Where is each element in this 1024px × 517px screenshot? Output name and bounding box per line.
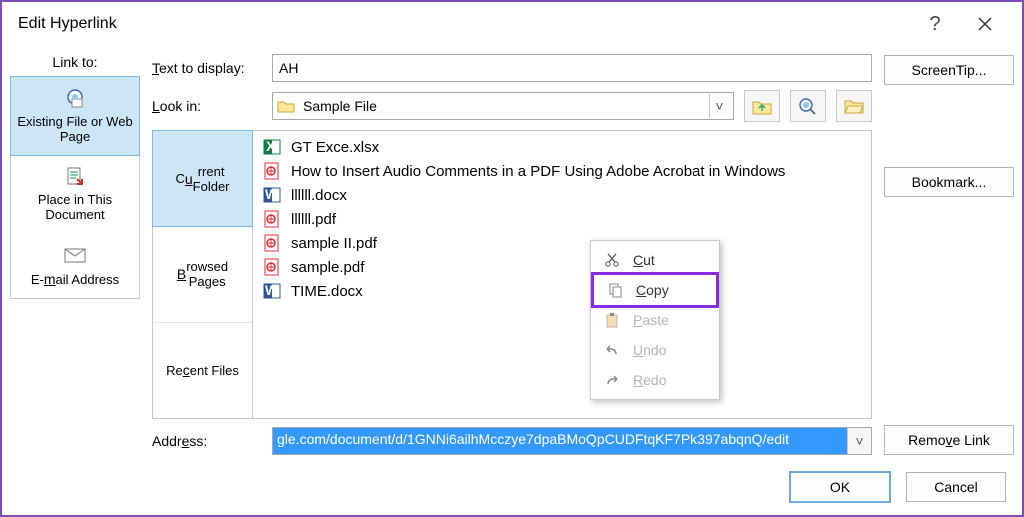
context-item-label: Undo: [633, 342, 666, 358]
remove-link-button[interactable]: Remove Link: [884, 425, 1014, 455]
svg-text:W: W: [265, 282, 279, 298]
text-to-display-input[interactable]: [272, 54, 872, 82]
text-to-display-label: Text to display:: [152, 60, 262, 76]
text-to-display-row: Text to display:: [152, 54, 872, 82]
pdf-file-icon: [263, 162, 281, 180]
up-folder-button[interactable]: [744, 90, 780, 122]
look-in-value: Sample File: [303, 98, 701, 114]
svg-text:X: X: [266, 138, 276, 154]
file-item[interactable]: Wllllll.docx: [253, 183, 871, 207]
cut-icon: [603, 251, 621, 269]
file-item[interactable]: llllll.pdf: [253, 207, 871, 231]
context-undo: Undo: [591, 335, 719, 365]
dialog-title: Edit Hyperlink: [14, 15, 117, 33]
context-item-label: Paste: [633, 312, 669, 328]
browse-nav: CurrentFolder BrowsedPages Recent Files: [153, 131, 253, 418]
file-name: How to Insert Audio Comments in a PDF Us…: [291, 163, 785, 180]
context-copy[interactable]: Copy: [591, 272, 719, 308]
browse-file-button[interactable]: [836, 90, 872, 122]
file-list[interactable]: X GT Exce.xlsx How to Insert Audio Comment…: [253, 131, 871, 418]
svg-text:W: W: [265, 186, 279, 202]
undo-icon: [603, 341, 621, 359]
linkto-existing-file[interactable]: Existing File or Web Page: [10, 76, 140, 156]
look-in-label: Look in:: [152, 98, 262, 114]
linkto-item-label: E-mail Address: [31, 271, 119, 288]
file-name: sample.pdf: [291, 259, 364, 276]
folder-icon: [277, 99, 295, 113]
address-label: Address:: [152, 433, 262, 449]
look-in-combo[interactable]: Sample File ˅: [272, 92, 734, 120]
linkto-place-in-doc[interactable]: Place in This Document: [11, 155, 139, 233]
cancel-button[interactable]: Cancel: [906, 472, 1006, 502]
context-item-label: Copy: [636, 282, 669, 298]
place-in-doc-icon: [63, 165, 87, 189]
address-row: Address: gle.com/document/d/1GNNi6ailhMc…: [152, 427, 872, 455]
context-item-label: Redo: [633, 372, 666, 388]
redo-icon: [603, 371, 621, 389]
file-item[interactable]: sample.pdf: [253, 255, 871, 279]
file-item[interactable]: X GT Exce.xlsx: [253, 135, 871, 159]
email-icon: [63, 243, 87, 267]
linkto-item-label: Existing File or Web Page: [15, 115, 135, 145]
address-value[interactable]: gle.com/document/d/1GNNi6ailhMcczye7dpaB…: [273, 428, 847, 454]
file-name: TIME.docx: [291, 283, 363, 300]
browse-web-button[interactable]: [790, 90, 826, 122]
dialog-footer: OK Cancel: [2, 459, 1022, 515]
file-browser: CurrentFolder BrowsedPages Recent Files …: [152, 130, 872, 419]
copy-icon: [606, 281, 624, 299]
xlsx-file-icon: X: [263, 138, 281, 156]
linkto-item-label: Place in This Document: [15, 193, 135, 223]
paste-icon: [603, 311, 621, 329]
nav-current-folder[interactable]: CurrentFolder: [152, 130, 253, 227]
bookmark-button[interactable]: Bookmark...: [884, 167, 1014, 197]
chevron-down-icon[interactable]: ˅: [847, 428, 871, 454]
docx-file-icon: W: [263, 186, 281, 204]
file-name: llllll.docx: [291, 187, 347, 204]
address-input[interactable]: gle.com/document/d/1GNNi6ailhMcczye7dpaB…: [272, 427, 872, 455]
center-panel: Text to display: Look in: Sample File ˅: [152, 54, 872, 455]
context-redo: Redo: [591, 365, 719, 395]
ok-button[interactable]: OK: [790, 472, 890, 502]
file-item[interactable]: W TIME.docx: [253, 279, 871, 303]
link-to-label: Link to:: [52, 54, 97, 70]
screentip-button[interactable]: ScreenTip...: [884, 55, 1014, 85]
help-button[interactable]: ?: [910, 8, 960, 40]
pdf-file-icon: [263, 210, 281, 228]
title-bar: Edit Hyperlink ?: [2, 2, 1022, 46]
file-name: sample II.pdf: [291, 235, 377, 252]
file-item[interactable]: sample II.pdf: [253, 231, 871, 255]
pdf-file-icon: [263, 234, 281, 252]
look-in-row: Look in: Sample File ˅: [152, 90, 872, 122]
right-buttons: ScreenTip... Bookmark... Remove Link: [884, 54, 1014, 455]
file-item[interactable]: How to Insert Audio Comments in a PDF Us…: [253, 159, 871, 183]
context-cut[interactable]: Cut: [591, 245, 719, 275]
file-name: llllll.pdf: [291, 211, 336, 228]
context-menu: Cut Copy Paste Undo Redo: [590, 240, 720, 400]
docx-file-icon: W: [263, 282, 281, 300]
close-button[interactable]: [960, 8, 1010, 40]
existing-file-icon: [63, 87, 87, 111]
nav-recent-files[interactable]: Recent Files: [153, 323, 252, 418]
link-to-panel: Link to: Existing File or Web Page Place…: [10, 54, 140, 455]
context-item-label: Cut: [633, 252, 655, 268]
edit-hyperlink-dialog: Edit Hyperlink ? Link to: Existing File …: [0, 0, 1024, 517]
linkto-email[interactable]: E-mail Address: [11, 233, 139, 298]
context-paste: Paste: [591, 305, 719, 335]
pdf-file-icon: [263, 258, 281, 276]
file-name: GT Exce.xlsx: [291, 139, 379, 156]
nav-browsed-pages[interactable]: BrowsedPages: [153, 226, 252, 322]
chevron-down-icon[interactable]: ˅: [709, 94, 729, 118]
